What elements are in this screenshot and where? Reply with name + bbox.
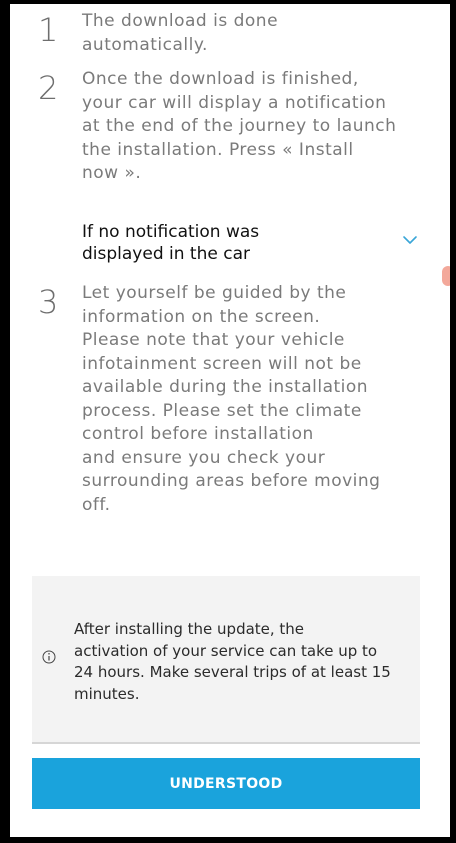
understood-button[interactable]: UNDERSTOOD [32,758,420,809]
step-2: 2 Once the download is finished, your ca… [38,68,412,186]
step-number: 2 [38,69,59,107]
step-number: 3 [38,283,59,321]
step-number: 1 [38,11,59,49]
scroll-indicator [442,266,450,286]
app-frame: 1 The download is done automatically. 2 … [0,0,456,843]
no-notification-accordion[interactable]: If no notification was displayed in the … [82,221,422,267]
chevron-down-icon[interactable] [402,235,418,245]
step-1: 1 The download is done automatically. [38,10,412,57]
step-3: 3 Let yourself be guided by the informat… [38,282,412,517]
step-text: Once the download is finished, your car … [82,69,397,183]
info-box: After installing the update, the activat… [32,576,420,744]
step-text: The download is done automatically. [82,11,279,55]
step-text: Let yourself be guided by the informatio… [82,283,381,515]
info-text: After installing the update, the activat… [74,620,391,703]
info-icon [42,650,56,664]
accordion-label: If no notification was displayed in the … [82,222,260,264]
